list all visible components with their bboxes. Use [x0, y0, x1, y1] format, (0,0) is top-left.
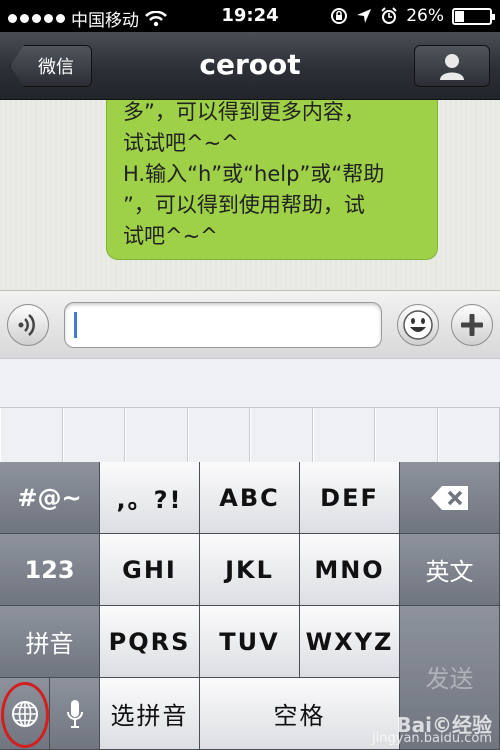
location-arrow-icon: [357, 9, 372, 23]
bubble-line: ”，可以得到使用帮助，试: [123, 193, 365, 217]
candidate-cell[interactable]: [437, 408, 500, 463]
mno-key[interactable]: MNO: [300, 534, 400, 606]
ghi-key[interactable]: GHI: [100, 534, 200, 606]
candidate-cell[interactable]: [0, 408, 63, 463]
candidate-cell[interactable]: [187, 408, 250, 463]
candidate-cell[interactable]: [125, 408, 188, 463]
pqrs-key[interactable]: PQRS: [100, 606, 200, 678]
candidate-bar: [0, 358, 500, 463]
microphone-icon: [66, 699, 83, 728]
symbols-key[interactable]: #@~: [0, 462, 100, 534]
jkl-key[interactable]: JKL: [200, 534, 300, 606]
plus-icon: [461, 314, 483, 336]
mno-key-label: MNO: [314, 555, 385, 584]
candidate-row: [0, 407, 500, 463]
candidate-cell[interactable]: [62, 408, 125, 463]
status-bar: 中国移动 19:24 26%: [0, 0, 500, 32]
numbers-key-label: 123: [24, 555, 75, 584]
numbers-key[interactable]: 123: [0, 534, 100, 606]
space-key[interactable]: 空格: [200, 678, 400, 750]
def-key-label: DEF: [320, 483, 379, 512]
person-icon: [440, 54, 464, 80]
microphone-key[interactable]: [50, 678, 100, 750]
bubble-line: 多”，可以得到更多内容，: [123, 100, 365, 124]
abc-key-label: ABC: [219, 483, 280, 512]
jkl-key-label: JKL: [225, 555, 274, 584]
english-key-label: 英文: [425, 558, 474, 586]
voice-input-button[interactable]: [7, 304, 49, 346]
candidate-cell[interactable]: [250, 408, 313, 463]
ghi-key-label: GHI: [122, 555, 177, 584]
pinyin-key-label: 拼音: [25, 630, 74, 658]
pqrs-key-label: PQRS: [108, 627, 191, 656]
candidate-cell[interactable]: [312, 408, 375, 463]
watermark: Bai©经验 jingyan.baidu.com: [372, 713, 492, 746]
battery-icon: [452, 7, 495, 25]
bubble-line: 试吧^~^: [123, 224, 218, 248]
text-caret: [74, 312, 77, 338]
orientation-lock-icon: [331, 8, 348, 24]
select-pinyin-key[interactable]: 选拼音: [100, 678, 200, 750]
input-bar: [0, 290, 500, 358]
alarm-icon: [381, 7, 397, 24]
symbols-key-label: #@~: [17, 483, 82, 512]
punctuation-key-label: ,。?!: [116, 486, 183, 514]
wifi-icon: [145, 10, 167, 26]
signal-dots-icon: [8, 14, 65, 23]
select-pinyin-key-label: 选拼音: [110, 702, 189, 730]
status-left: 中国移动: [8, 6, 167, 31]
chat-area[interactable]: 多”，可以得到更多内容， 试试吧^~^ H.输入“h”或“help”或“帮助 ”…: [0, 100, 500, 290]
punctuation-key[interactable]: ,。?!: [100, 462, 200, 534]
candidate-cell[interactable]: [375, 408, 438, 463]
pinyin-key[interactable]: 拼音: [0, 606, 100, 678]
english-key[interactable]: 英文: [400, 534, 500, 606]
bubble-line: H.输入“h”或“help”或“帮助: [123, 162, 385, 186]
send-key-label: 发送: [425, 665, 474, 693]
wxyz-key-label: WXYZ: [305, 627, 394, 656]
globe-key[interactable]: [0, 678, 50, 750]
profile-button[interactable]: [414, 45, 490, 87]
bubble-line: 试试吧^~^: [123, 131, 239, 155]
backspace-icon: [430, 485, 468, 510]
space-key-label: 空格: [273, 702, 326, 730]
def-key[interactable]: DEF: [300, 462, 400, 534]
battery-percent: 26%: [406, 6, 444, 26]
abc-key[interactable]: ABC: [200, 462, 300, 534]
keyboard: #@~ ,。?! ABC DEF 123 GHI JKL MNO 英文 拼音 P…: [0, 462, 500, 750]
tuv-key[interactable]: TUV: [200, 606, 300, 678]
voice-wave-icon: [18, 314, 35, 336]
message-bubble[interactable]: 多”，可以得到更多内容， 试试吧^~^ H.输入“h”或“help”或“帮助 ”…: [106, 100, 438, 260]
message-input[interactable]: [64, 302, 382, 348]
more-button[interactable]: [451, 304, 493, 346]
watermark-brand: Bai©经验: [396, 713, 492, 737]
nav-bar: 微信 ceroot: [0, 32, 500, 100]
emoji-button[interactable]: [397, 304, 439, 346]
smiley-icon: [403, 310, 433, 340]
wxyz-key[interactable]: WXYZ: [300, 606, 400, 678]
watermark-url: jingyan.baidu.com: [372, 731, 492, 746]
status-right: 26%: [330, 6, 495, 26]
carrier-name: 中国移动: [71, 11, 139, 31]
delete-key[interactable]: [400, 462, 500, 534]
tuv-key-label: TUV: [219, 627, 280, 656]
globe-icon: [11, 700, 38, 727]
